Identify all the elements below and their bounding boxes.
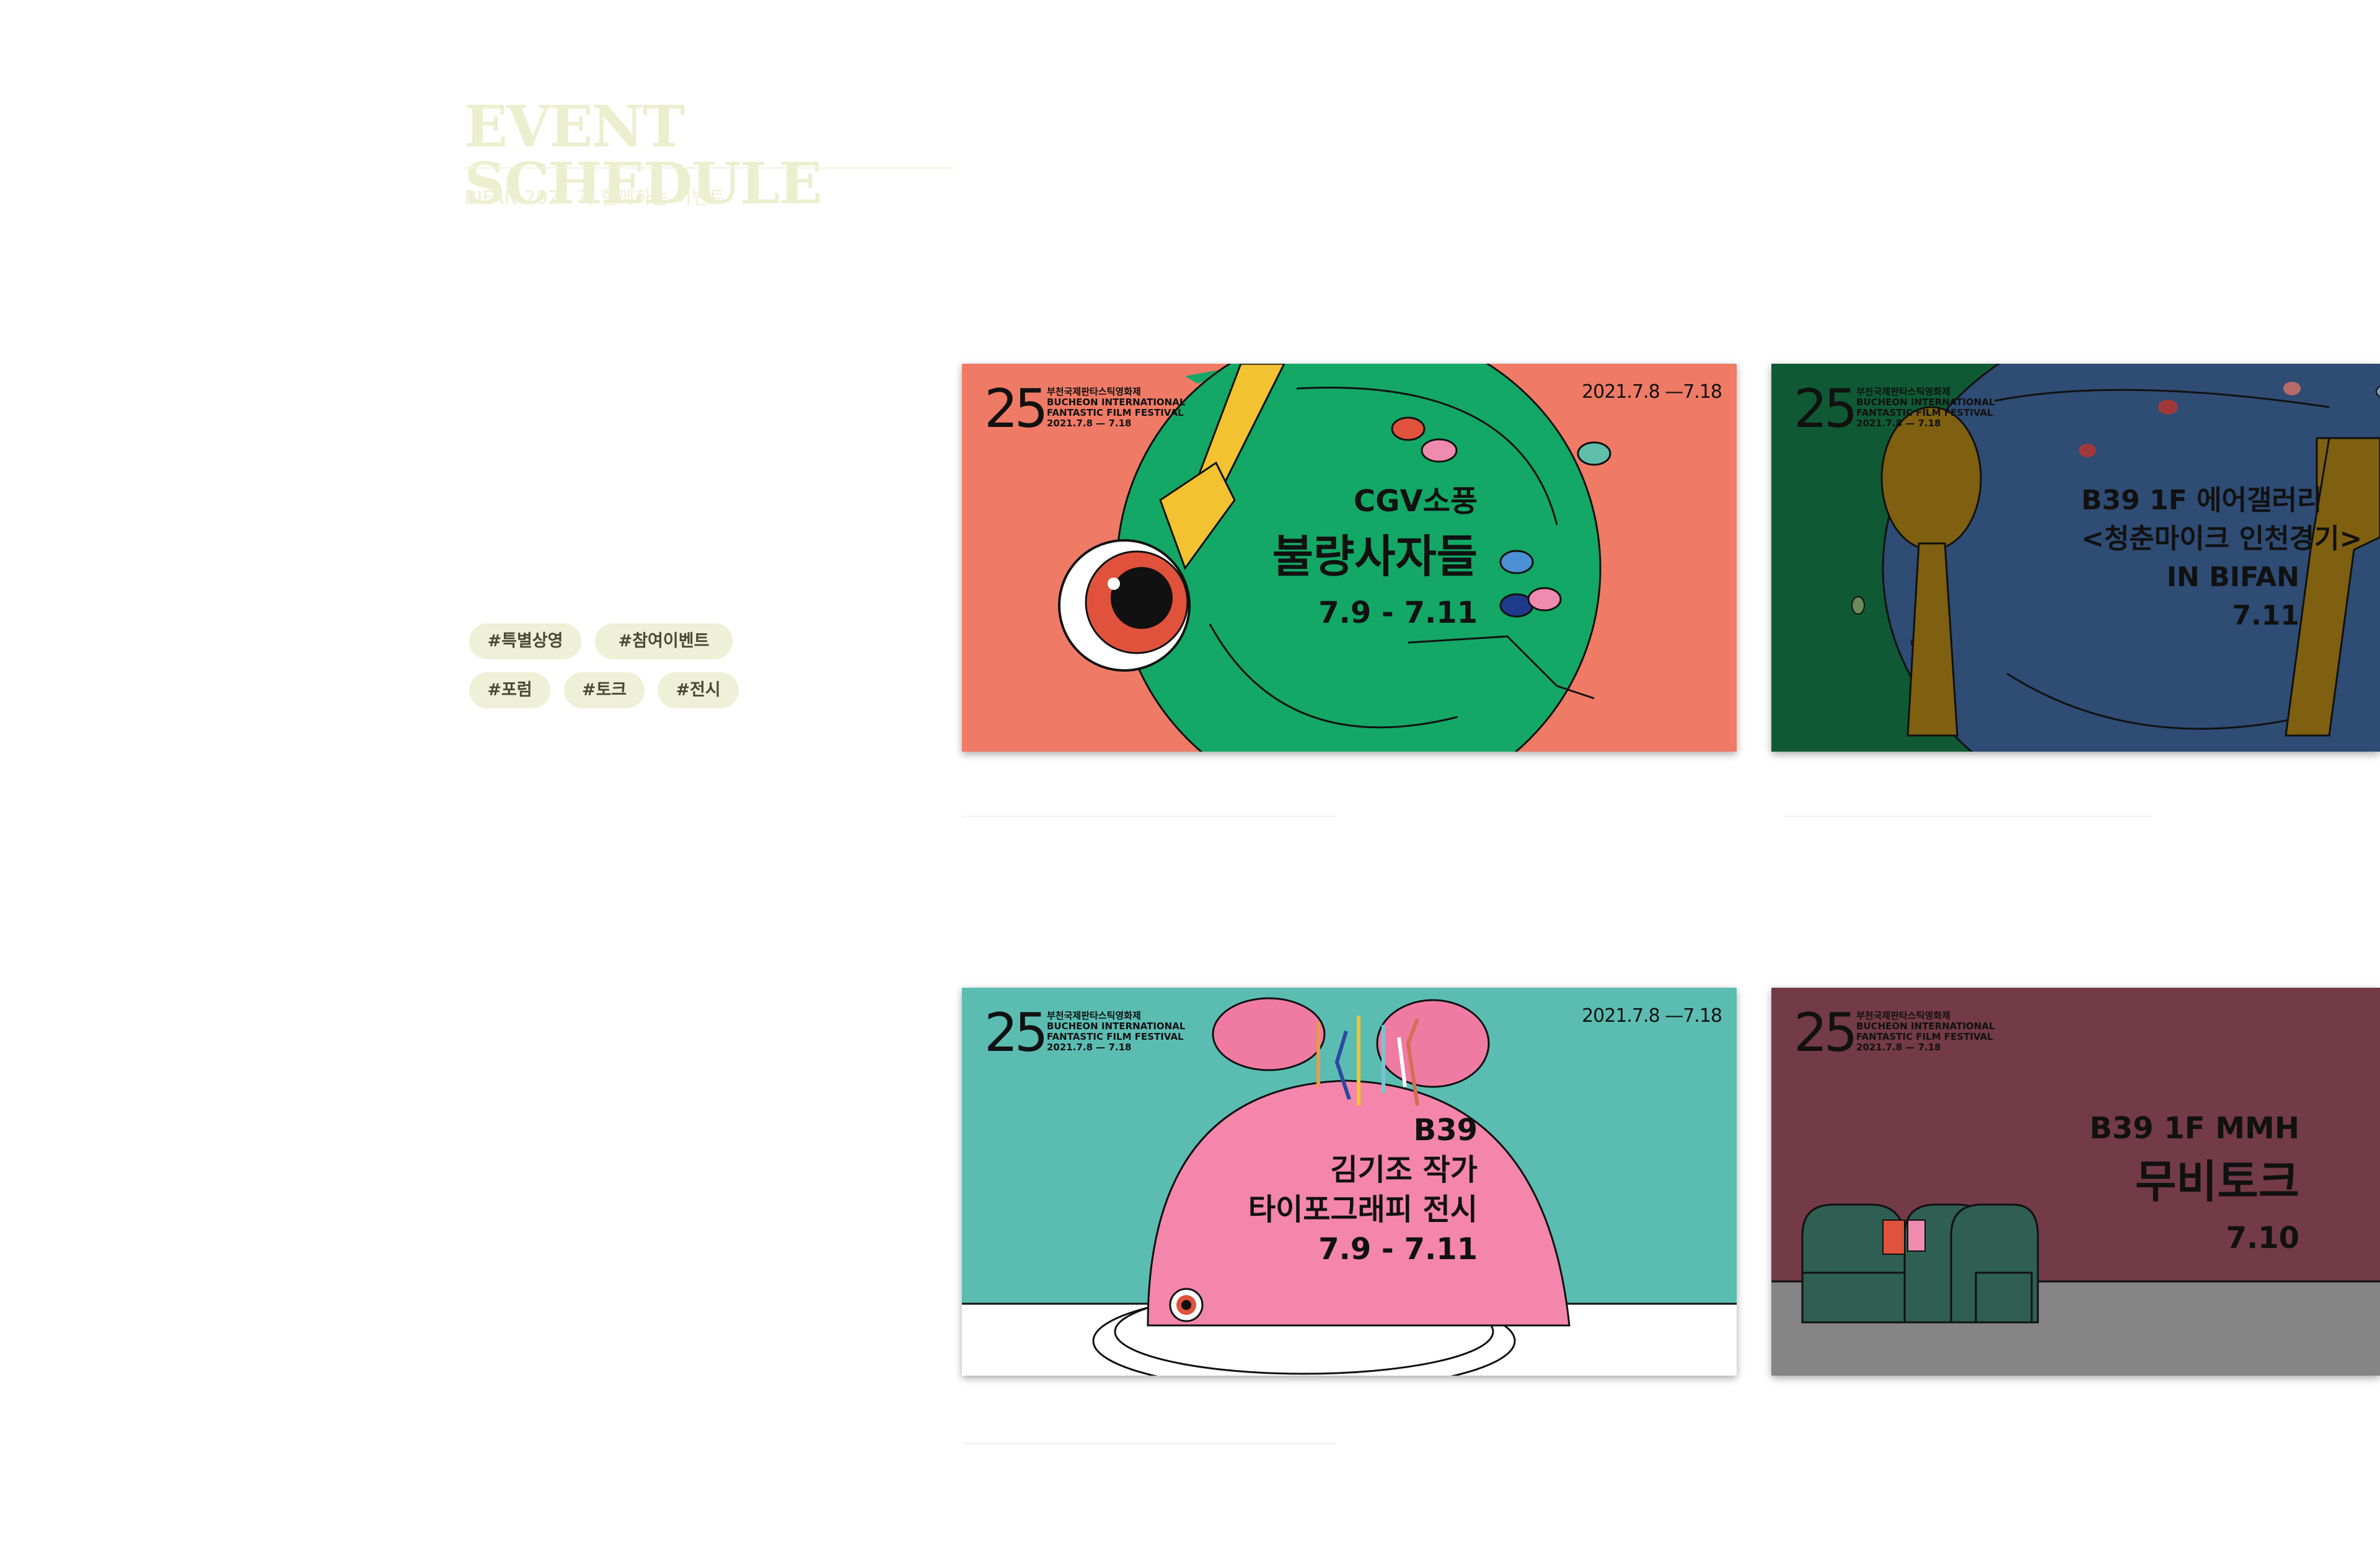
event-title: 무비토크 [2135, 1156, 2299, 1208]
section-header: EVENT SCHEDULE BIFAN 2021 과 함께하는 이벤트 [464, 98, 954, 212]
event-title: 불량사자들 [1272, 530, 1478, 582]
tag-talk[interactable]: #토크 [564, 672, 645, 708]
card-underline [962, 1443, 1336, 1444]
event-dates: 7.9 - 7.11 [1318, 595, 1478, 630]
title-divider [464, 167, 954, 169]
festival-logo-text: 부천국제판타스틱영화제 BUCHEON INTERNATIONAL FANTAS… [1047, 1010, 1186, 1053]
festival-logo-number: 25 [984, 378, 1048, 440]
tag-special-screening[interactable]: #특별상영 [469, 623, 581, 659]
event-card-typography[interactable]: 25 부천국제판타스틱영화제 BUCHEON INTERNATIONAL FAN… [962, 988, 1737, 1376]
event-dates: 7.9 - 7.11 [1318, 1232, 1478, 1267]
festival-date: 2021.7.8 —7.18 [1582, 1005, 1722, 1027]
event-card-air-gallery[interactable]: 25 부천국제판타스틱영화제 BUCHEON INTERNATIONAL FAN… [1771, 364, 2380, 752]
page-subtitle: BIFAN 2021 과 함께하는 이벤트 [464, 187, 726, 209]
event-venue: B39 1F 에어갤러리 [2081, 485, 2322, 516]
event-text-block: B39 김기조 작가 타이포그래피 전시 7.9 - 7.11 [1248, 1110, 1478, 1269]
tag-exhibition[interactable]: #전시 [658, 672, 739, 708]
event-venue: B39 [1413, 1113, 1478, 1148]
event-card-movie-talk[interactable]: 25 부천국제판타스틱영화제 BUCHEON INTERNATIONAL FAN… [1771, 988, 2380, 1376]
event-text-block: B39 1F 에어갤러리 <청춘마이크 인천경기> IN BIFAN 7.11 [2081, 481, 2363, 635]
event-title: 타이포그래피 전시 [1248, 1192, 1478, 1227]
card-underline [1784, 815, 2152, 817]
festival-logo-number: 25 [984, 1002, 1048, 1064]
festival-logo-number: 25 [1794, 1002, 1858, 1064]
event-venue: B39 1F MMH [2089, 1111, 2299, 1146]
event-subtitle: IN BIFAN [2166, 561, 2299, 593]
festival-logo-number: 25 [1794, 378, 1858, 440]
festival-date: 2021.7.8 —7.18 [1582, 381, 1722, 403]
tag-participation-event[interactable]: #참여이벤트 [595, 623, 733, 659]
festival-logo-text: 부천국제판타스틱영화제 BUCHEON INTERNATIONAL FANTAS… [1856, 1010, 1995, 1053]
card-underline [962, 815, 1336, 817]
event-dates: 7.11 [2232, 600, 2299, 631]
tag-forum[interactable]: #포럼 [469, 672, 550, 708]
festival-logo-text: 부천국제판타스틱영화제 BUCHEON INTERNATIONAL FANTAS… [1047, 386, 1186, 429]
event-title: <청춘마이크 인천경기> [2081, 523, 2363, 555]
event-venue: CGV소풍 [1353, 484, 1478, 519]
chevron-right-icon[interactable] [1686, 1153, 1737, 1376]
festival-logo-text: 부천국제판타스틱영화제 BUCHEON INTERNATIONAL FANTAS… [1856, 386, 1995, 429]
event-card-cgv[interactable]: 25 부천국제판타스틱영화제 BUCHEON INTERNATIONAL FAN… [962, 364, 1737, 752]
event-dates: 7.10 [2226, 1221, 2299, 1255]
event-artist: 김기조 작가 [1330, 1153, 1478, 1187]
chevron-right-icon[interactable] [1686, 530, 1737, 752]
